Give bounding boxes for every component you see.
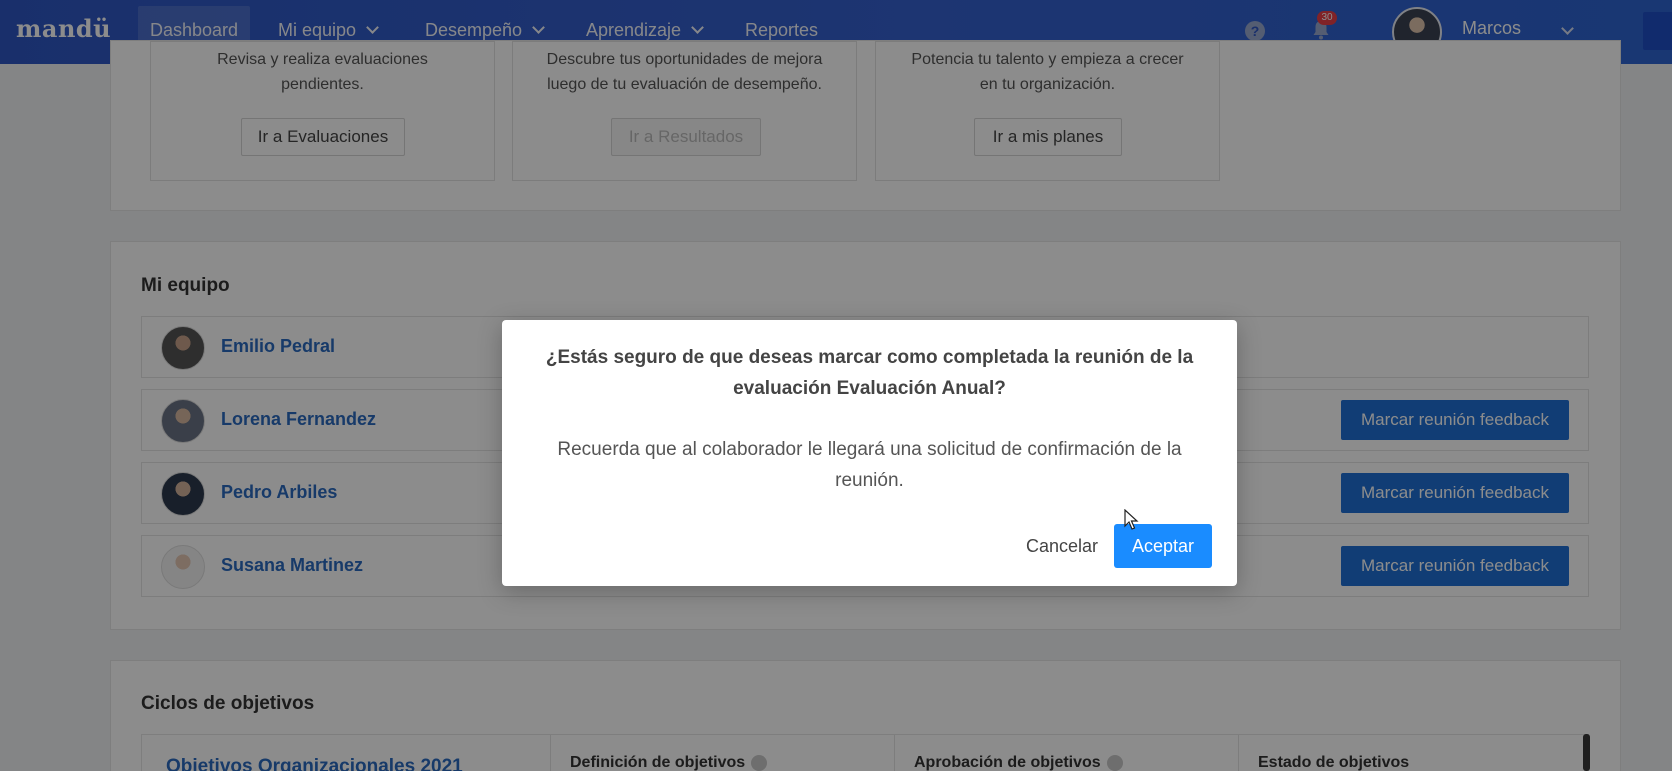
mouse-cursor-icon [1124, 509, 1139, 530]
dialog-title: ¿Estás seguro de que deseas marcar como … [545, 347, 1194, 399]
dialog-message: Recuerda que al colaborador le llegará u… [557, 439, 1182, 491]
cancel-button[interactable]: Cancelar [1016, 524, 1108, 568]
